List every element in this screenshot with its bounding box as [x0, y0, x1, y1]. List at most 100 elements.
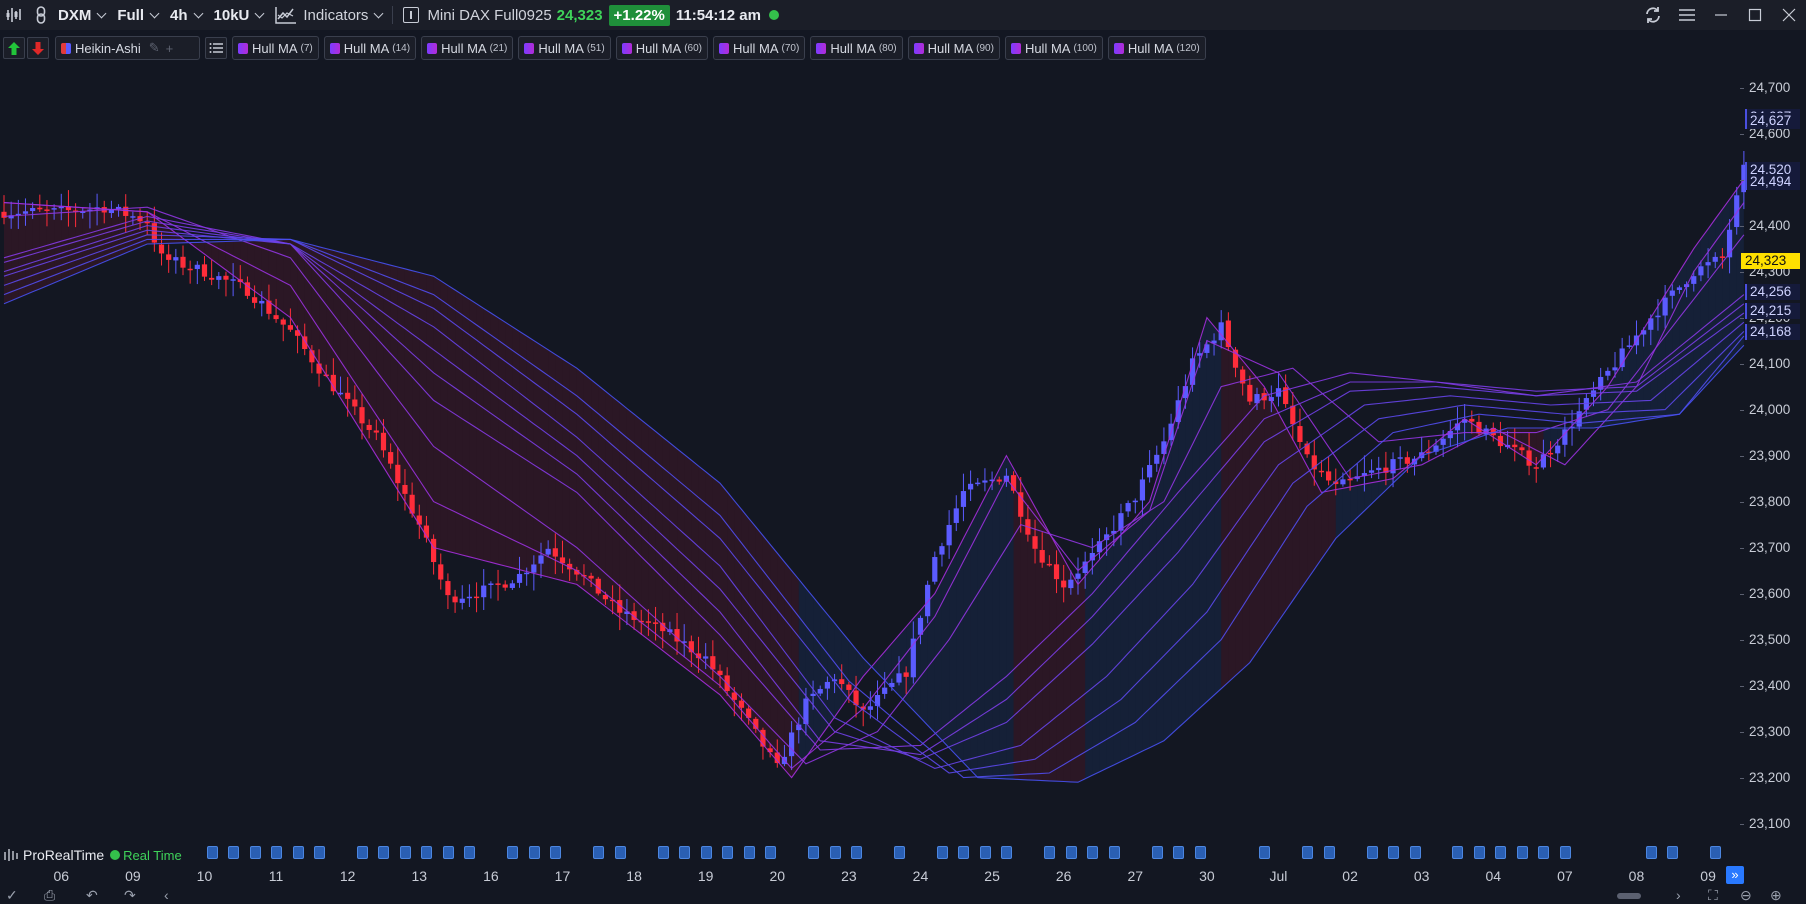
- minimize-icon[interactable]: [1704, 0, 1738, 30]
- event-marker-icon[interactable]: [442, 846, 454, 859]
- price-axis[interactable]: 24,70024,60024,50024,40024,30024,20024,1…: [1740, 60, 1806, 860]
- hull-ma-line: [3, 229, 1745, 769]
- units-selector[interactable]: 10kU: [208, 0, 270, 30]
- hull-ma-chip-100[interactable]: Hull MA (100): [1004, 36, 1103, 60]
- hull-ma-chip-90[interactable]: Hull MA (90): [907, 36, 1000, 60]
- print-icon[interactable]: ⎙: [44, 886, 55, 904]
- event-marker-icon[interactable]: [958, 846, 970, 859]
- event-marker-icon[interactable]: [528, 846, 540, 859]
- event-marker-icon[interactable]: [378, 846, 390, 859]
- event-marker-icon[interactable]: [657, 846, 669, 859]
- event-marker-icon[interactable]: [936, 846, 948, 859]
- event-marker-icon[interactable]: [1452, 846, 1464, 859]
- event-marker-icon[interactable]: [743, 846, 755, 859]
- event-marker-icon[interactable]: [679, 846, 691, 859]
- event-marker-icon[interactable]: [979, 846, 991, 859]
- event-marker-icon[interactable]: [399, 846, 411, 859]
- zoom-out-icon[interactable]: ⊖: [1740, 886, 1752, 904]
- event-marker-icon[interactable]: [228, 846, 240, 859]
- view-selector[interactable]: Full: [111, 0, 164, 30]
- event-marker-icon[interactable]: [851, 846, 863, 859]
- event-marker-icon[interactable]: [1667, 846, 1679, 859]
- event-marker-icon[interactable]: [1108, 846, 1120, 859]
- redo-icon[interactable]: ↷: [124, 886, 136, 904]
- hull-ma-chip-70[interactable]: Hull MA (70): [713, 36, 806, 60]
- instrument-selector[interactable]: DXM: [52, 0, 111, 30]
- fullscreen-icon[interactable]: ⛶: [1708, 886, 1718, 904]
- add-icon[interactable]: +: [166, 41, 174, 56]
- event-marker-icon[interactable]: [894, 846, 905, 859]
- event-marker-icon[interactable]: [829, 846, 841, 859]
- maximize-icon[interactable]: [1738, 0, 1772, 30]
- event-marker-icon[interactable]: [1151, 846, 1163, 859]
- event-marker-icon[interactable]: [206, 846, 218, 859]
- scroll-to-latest-button[interactable]: »: [1726, 866, 1744, 884]
- event-marker-icon[interactable]: [507, 846, 519, 859]
- event-marker-icon[interactable]: [765, 846, 777, 859]
- event-marker-icon[interactable]: [808, 846, 820, 859]
- draw-tool-icon[interactable]: ✓: [6, 886, 18, 904]
- timeframe-selector[interactable]: 4h: [164, 0, 208, 30]
- indicator-list-button[interactable]: [205, 37, 227, 59]
- hull-ma-chip-7[interactable]: Hull MA (7): [232, 36, 319, 60]
- indicators-button[interactable]: Indicators: [269, 0, 388, 30]
- event-marker-icon[interactable]: [1516, 846, 1528, 859]
- chart-type-icon[interactable]: [0, 0, 30, 30]
- event-marker-icon[interactable]: [1194, 846, 1206, 859]
- event-marker-icon[interactable]: [1388, 846, 1400, 859]
- price-type-chip[interactable]: Heikin-Ashi ✎ +: [55, 36, 200, 60]
- event-marker-icon[interactable]: [314, 846, 326, 859]
- hull-ma-chip-120[interactable]: Hull MA (120): [1107, 36, 1206, 60]
- event-marker-icon[interactable]: [271, 846, 283, 859]
- hull-ma-chip-80[interactable]: Hull MA (80): [810, 36, 903, 60]
- event-marker-icon[interactable]: [1302, 846, 1314, 859]
- instrument-info[interactable]: Mini DAX Full0925 24,323 +1.22% 11:54:12…: [397, 0, 784, 30]
- event-marker-icon[interactable]: [1087, 846, 1099, 859]
- zoom-in-icon[interactable]: ⊕: [1770, 886, 1782, 904]
- event-marker-icon[interactable]: [614, 846, 626, 859]
- event-marker-icon[interactable]: [1710, 846, 1722, 859]
- event-marker-icon[interactable]: [1409, 846, 1421, 859]
- event-marker-icon[interactable]: [1044, 846, 1056, 859]
- event-marker-icon[interactable]: [292, 846, 304, 859]
- event-marker-icon[interactable]: [1538, 846, 1550, 859]
- undo-icon[interactable]: ↶: [86, 886, 98, 904]
- event-marker-icon[interactable]: [550, 846, 562, 859]
- event-marker-icon[interactable]: [700, 846, 712, 859]
- event-marker-icon[interactable]: [593, 846, 605, 859]
- event-marker-icon[interactable]: [464, 846, 476, 859]
- link-icon[interactable]: [30, 0, 52, 30]
- event-marker-icon[interactable]: [357, 846, 368, 859]
- ribbon-segment: [741, 509, 749, 728]
- event-marker-icon[interactable]: [1323, 846, 1335, 859]
- menu-icon[interactable]: [1670, 0, 1704, 30]
- time-axis[interactable]: 06 09 10 11 12 13 16 17 18 19 20 23 24 25 26 27 30 Jul 02 0…: [0, 864, 1746, 886]
- wrench-icon[interactable]: ✎: [149, 40, 160, 56]
- buy-arrow-button[interactable]: [3, 37, 25, 59]
- event-marker-icon[interactable]: [1473, 846, 1485, 859]
- event-marker-icon[interactable]: [1173, 846, 1185, 859]
- horizontal-scrollbar[interactable]: [1617, 893, 1641, 899]
- event-marker-icon[interactable]: [1001, 846, 1013, 859]
- event-marker-icon[interactable]: [1259, 846, 1271, 859]
- event-marker-icon[interactable]: [1065, 846, 1077, 859]
- scroll-left-icon[interactable]: ‹: [164, 886, 169, 904]
- scroll-right-icon[interactable]: ›: [1676, 886, 1681, 904]
- event-marker-icon[interactable]: [249, 846, 261, 859]
- status-bar: ✓ ⎙ ↶ ↷ ‹ › ⛶ ⊖ ⊕: [0, 886, 1806, 904]
- event-marker-icon[interactable]: [1495, 846, 1507, 859]
- hull-ma-chip-21[interactable]: Hull MA (21): [421, 36, 514, 60]
- price-chart[interactable]: [0, 60, 1746, 842]
- sync-icon[interactable]: [1636, 0, 1670, 30]
- event-marker-icon[interactable]: [1645, 846, 1657, 859]
- event-marker-icon[interactable]: [1559, 846, 1571, 859]
- candle-body: [402, 484, 408, 494]
- event-marker-icon[interactable]: [421, 846, 433, 859]
- sell-arrow-button[interactable]: [27, 37, 49, 59]
- close-icon[interactable]: [1772, 0, 1806, 30]
- event-marker-icon[interactable]: [722, 846, 734, 859]
- event-marker-icon[interactable]: [1366, 846, 1378, 859]
- hull-ma-chip-14[interactable]: Hull MA (14): [323, 36, 417, 60]
- hull-ma-chip-60[interactable]: Hull MA (60): [615, 36, 708, 60]
- hull-ma-chip-51[interactable]: Hull MA (51): [518, 36, 611, 60]
